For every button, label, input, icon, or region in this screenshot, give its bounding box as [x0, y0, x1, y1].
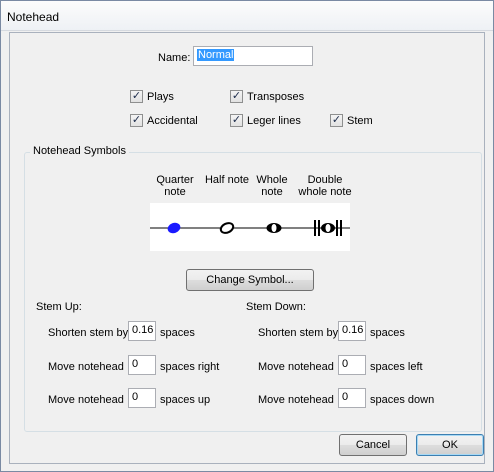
stem-up-shorten-input[interactable]: 0.16: [128, 321, 156, 341]
change-symbol-button[interactable]: Change Symbol...: [186, 269, 314, 291]
window-title: Notehead: [7, 10, 60, 24]
stem-down-move-h-input[interactable]: 0: [338, 355, 366, 375]
stem-up-move-v-unit: spaces up: [160, 394, 211, 406]
stem-up-move-v-label: Move notehead: [48, 394, 124, 406]
plays-checkbox[interactable]: ✓ Plays: [130, 90, 174, 103]
name-label: Name:: [158, 52, 191, 64]
check-icon: ✓: [230, 90, 243, 103]
stem-down-move-h-label: Move notehead: [258, 361, 334, 373]
double-whole-notehead-icon[interactable]: [314, 220, 342, 236]
accidental-label: Accidental: [147, 114, 198, 127]
quarter-note-heading: Quarter note: [156, 174, 194, 198]
notehead-symbols-group: [24, 152, 482, 432]
leger-lines-checkbox[interactable]: ✓ Leger lines: [230, 114, 301, 127]
title-bar[interactable]: Notehead: [1, 1, 493, 31]
stem-down-move-v-unit: spaces down: [370, 394, 435, 406]
check-icon: ✓: [330, 114, 343, 127]
accidental-checkbox[interactable]: ✓ Accidental: [130, 114, 198, 127]
stem-up-shorten-unit: spaces: [160, 327, 195, 339]
transposes-label: Transposes: [247, 90, 305, 103]
name-value: Normal: [197, 49, 235, 61]
transposes-checkbox[interactable]: ✓ Transposes: [230, 90, 304, 103]
stem-up-heading: Stem Up:: [36, 301, 82, 313]
check-icon: ✓: [130, 114, 143, 127]
whole-notehead-icon[interactable]: [266, 223, 282, 233]
stem-up-shorten-label: Shorten stem by: [48, 327, 129, 339]
stem-label: Stem: [347, 114, 373, 127]
double-whole-note-heading: Double whole note: [298, 174, 352, 198]
cancel-button[interactable]: Cancel: [339, 434, 407, 456]
stem-down-move-v-label: Move notehead: [258, 394, 334, 406]
stem-down-shorten-label: Shorten stem by: [258, 327, 339, 339]
stem-down-shorten-input[interactable]: 0.16: [338, 321, 366, 341]
check-icon: ✓: [230, 114, 243, 127]
plays-label: Plays: [147, 90, 174, 103]
quarter-notehead-icon[interactable]: [166, 221, 182, 235]
notehead-symbols-label: Notehead Symbols: [30, 145, 129, 157]
leger-lines-label: Leger lines: [247, 114, 301, 127]
name-input[interactable]: Normal: [193, 46, 313, 66]
ok-button[interactable]: OK: [416, 434, 484, 456]
half-notehead-icon[interactable]: [219, 221, 235, 235]
stem-up-move-v-input[interactable]: 0: [128, 388, 156, 408]
check-icon: ✓: [130, 90, 143, 103]
stem-up-move-h-input[interactable]: 0: [128, 355, 156, 375]
whole-note-heading: Whole note: [256, 174, 288, 198]
stem-up-move-h-label: Move notehead: [48, 361, 124, 373]
notehead-preview[interactable]: [150, 203, 350, 251]
stem-down-shorten-unit: spaces: [370, 327, 405, 339]
stem-down-move-h-unit: spaces left: [370, 361, 423, 373]
stem-checkbox[interactable]: ✓ Stem: [330, 114, 373, 127]
half-note-heading: Half note: [204, 174, 250, 186]
stem-up-move-h-unit: spaces right: [160, 361, 220, 373]
notehead-preview-svg: [150, 220, 350, 236]
stem-down-move-v-input[interactable]: 0: [338, 388, 366, 408]
stem-down-heading: Stem Down:: [246, 301, 306, 313]
